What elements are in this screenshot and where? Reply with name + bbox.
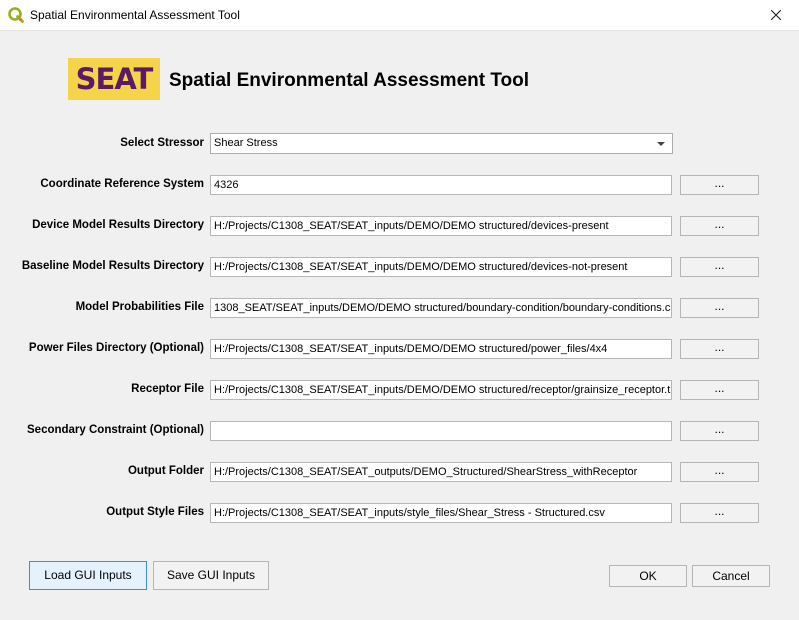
receptor-label: Receptor File: [131, 383, 204, 395]
power-dir-label: Power Files Directory (Optional): [28, 342, 204, 354]
ok-button[interactable]: OK: [609, 565, 687, 587]
style-files-input[interactable]: H:/Projects/C1308_SEAT/SEAT_inputs/style…: [210, 503, 672, 523]
receptor-input[interactable]: H:/Projects/C1308_SEAT/SEAT_inputs/DEMO/…: [210, 380, 672, 400]
stressor-select[interactable]: Shear Stress: [210, 133, 673, 154]
style-files-browse-button[interactable]: ...: [680, 503, 759, 523]
close-button[interactable]: [753, 0, 799, 30]
probabilities-label: Model Probabilities File: [75, 301, 204, 313]
receptor-browse-button[interactable]: ...: [680, 380, 759, 400]
secondary-browse-button[interactable]: ...: [680, 421, 759, 441]
window-title: Spatial Environmental Assessment Tool: [30, 8, 240, 22]
output-folder-input[interactable]: H:/Projects/C1308_SEAT/SEAT_outputs/DEMO…: [210, 462, 672, 482]
cancel-button[interactable]: Cancel: [692, 565, 770, 587]
title-bar: Spatial Environmental Assessment Tool: [0, 0, 799, 31]
close-icon: [771, 10, 781, 20]
probabilities-browse-button[interactable]: ...: [680, 298, 759, 318]
device-dir-browse-button[interactable]: ...: [680, 216, 759, 236]
crs-browse-button[interactable]: ...: [680, 175, 759, 195]
qgis-icon: [8, 7, 24, 23]
baseline-dir-browse-button[interactable]: ...: [680, 257, 759, 277]
crs-label: Coordinate Reference System: [40, 178, 204, 190]
stressor-label: Select Stressor: [120, 137, 204, 149]
chevron-down-icon: [657, 142, 665, 146]
crs-input[interactable]: 4326: [210, 175, 672, 195]
style-files-label: Output Style Files: [106, 506, 204, 518]
output-folder-browse-button[interactable]: ...: [680, 462, 759, 482]
probabilities-input[interactable]: 1308_SEAT/SEAT_inputs/DEMO/DEMO structur…: [210, 298, 672, 318]
output-folder-label: Output Folder: [127, 465, 204, 477]
baseline-dir-label: Baseline Model Results Directory: [21, 260, 204, 272]
secondary-input[interactable]: [210, 421, 672, 441]
stressor-value: Shear Stress: [214, 137, 278, 149]
device-dir-input[interactable]: H:/Projects/C1308_SEAT/SEAT_inputs/DEMO/…: [210, 216, 672, 236]
page-title: Spatial Environmental Assessment Tool: [169, 70, 530, 91]
power-dir-input[interactable]: H:/Projects/C1308_SEAT/SEAT_inputs/DEMO/…: [210, 339, 672, 359]
save-gui-inputs-button[interactable]: Save GUI Inputs: [153, 561, 269, 590]
load-gui-inputs-button[interactable]: Load GUI Inputs: [29, 561, 147, 590]
device-dir-label: Device Model Results Directory: [32, 219, 204, 231]
secondary-label: Secondary Constraint (Optional): [27, 424, 204, 436]
seat-logo: SEAT: [68, 58, 160, 100]
power-dir-browse-button[interactable]: ...: [680, 339, 759, 359]
baseline-dir-input[interactable]: H:/Projects/C1308_SEAT/SEAT_inputs/DEMO/…: [210, 257, 672, 277]
